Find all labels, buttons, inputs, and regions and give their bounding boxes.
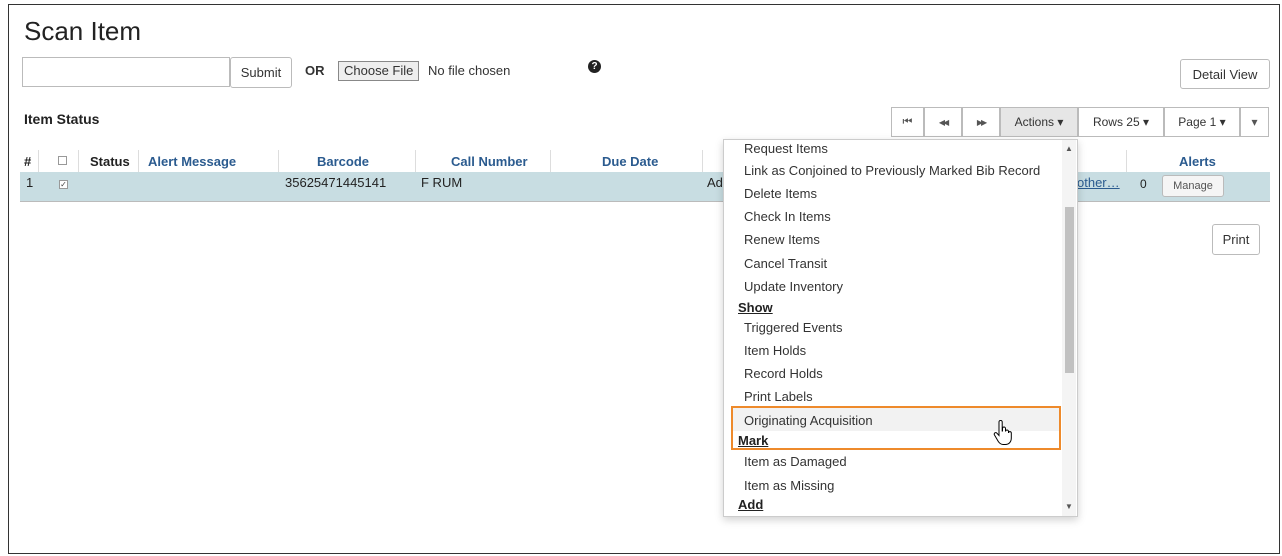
choose-file-button[interactable]: Choose File [338,61,420,81]
submit-button[interactable]: Submit [230,57,292,88]
prev-page-button[interactable]: ◀◀ [924,107,962,137]
rows-label: Rows 25 ▾ [1092,115,1150,129]
row-call-number: F RUM [421,175,463,190]
col-status[interactable]: Status [90,154,130,169]
rows-dropdown-button[interactable]: Rows 25 ▾ [1078,107,1164,137]
item-status-heading: Item Status [24,111,100,127]
hand-cursor-icon [993,420,1012,445]
col-divider [278,150,279,172]
row-checkbox[interactable]: ✓ [59,180,68,189]
first-page-icon: ⏮ [902,115,913,128]
col-due-date[interactable]: Due Date [602,154,658,169]
menu-item-item-as-missing[interactable]: Item as Missing [744,478,834,493]
col-divider [38,150,39,172]
actions-dropdown-button[interactable]: Actions ▾ [1000,107,1078,137]
chevron-down-icon: ▾ [1251,115,1258,129]
menu-header-show: Show [738,300,773,315]
print-button[interactable]: Print [1212,224,1260,255]
col-divider [415,150,416,172]
table-row[interactable]: 1 ✓ 35625471445141 F RUM Ad other… 0 Man… [20,172,1270,202]
menu-item-delete-items[interactable]: Delete Items [744,186,817,201]
col-divider [702,150,703,172]
menu-item-item-holds[interactable]: Item Holds [744,343,806,358]
menu-header-add: Add [738,497,764,512]
page-label: Page 1 ▾ [1178,115,1226,129]
row-num: 1 [26,175,34,190]
col-barcode[interactable]: Barcode [317,154,369,169]
menu-item-print-labels[interactable]: Print Labels [744,389,813,404]
help-icon[interactable]: ? [588,60,601,73]
row-other-link[interactable]: other… [1077,175,1120,190]
table-header: # Status Alert Message Barcode Call Numb… [20,150,1270,174]
or-label: OR [305,63,325,78]
col-divider [1126,150,1127,172]
col-alerts[interactable]: Alerts [1179,154,1216,169]
col-divider [138,150,139,172]
menu-item-renew-items[interactable]: Renew Items [744,232,820,247]
menu-item-link-conjoined[interactable]: Link as Conjoined to Previously Marked B… [744,163,1040,178]
row-truncated-cell: Ad [707,175,723,190]
col-divider [550,150,551,172]
select-all-checkbox[interactable] [58,156,67,165]
col-call-number[interactable]: Call Number [451,154,528,169]
menu-item-triggered-events[interactable]: Triggered Events [744,320,843,335]
scroll-up-icon[interactable]: ▲ [1062,143,1076,155]
menu-item-update-inventory[interactable]: Update Inventory [744,279,843,294]
menu-item-request-items[interactable]: Request Items [744,141,828,156]
col-num: # [24,154,32,169]
menu-item-cancel-transit[interactable]: Cancel Transit [744,256,827,271]
manage-alerts-button[interactable]: Manage [1162,175,1224,197]
detail-view-button[interactable]: Detail View [1180,59,1270,89]
rewind-icon: ◀◀ [938,117,949,127]
first-page-button[interactable]: ⏮ [891,107,924,137]
actions-menu: Request Items Link as Conjoined to Previ… [723,139,1078,517]
menu-scrollbar-thumb[interactable] [1065,207,1074,373]
col-divider [78,150,79,172]
page-title: Scan Item [24,16,142,46]
menu-item-record-holds[interactable]: Record Holds [744,366,823,381]
row-alert-count: 0 [1140,177,1147,191]
no-file-label: No file chosen [428,63,511,78]
next-page-button[interactable]: ▶▶ [962,107,1000,137]
scroll-down-icon[interactable]: ▼ [1062,501,1076,513]
actions-label: Actions ▾ [1014,115,1064,129]
row-barcode: 35625471445141 [285,175,387,190]
menu-item-check-in-items[interactable]: Check In Items [744,209,831,224]
barcode-input[interactable] [22,57,230,87]
col-alert-message[interactable]: Alert Message [148,154,236,169]
page-dropdown-button[interactable]: Page 1 ▾ [1164,107,1240,137]
fast-forward-icon: ▶▶ [976,117,987,127]
more-options-button[interactable]: ▾ [1240,107,1269,137]
menu-item-item-as-damaged[interactable]: Item as Damaged [744,454,847,469]
